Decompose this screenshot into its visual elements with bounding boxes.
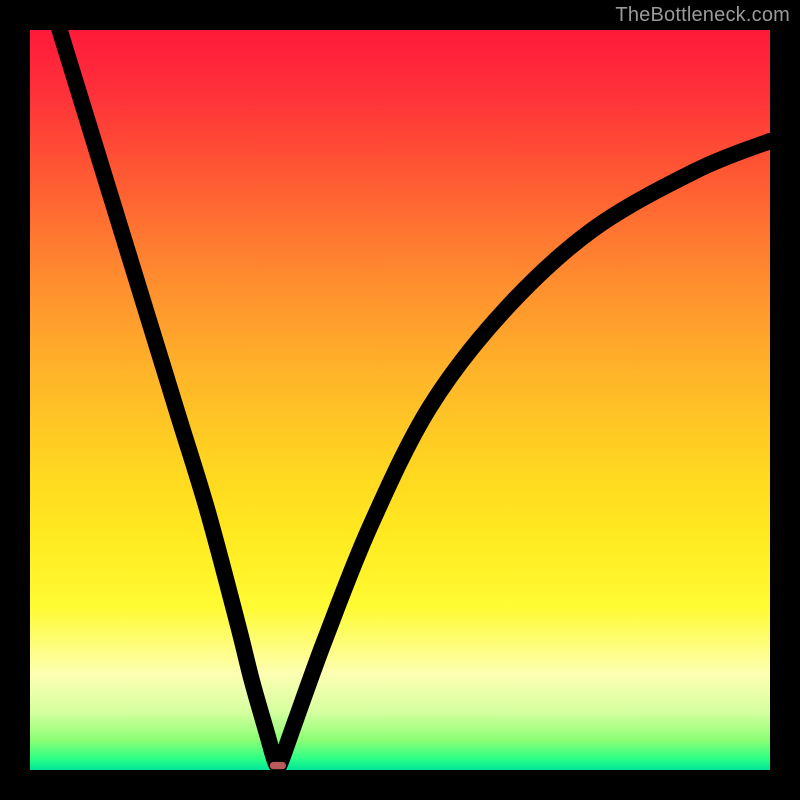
minimum-marker [270,762,286,769]
plot-area [30,30,770,770]
watermark-text: TheBottleneck.com [615,4,790,27]
chart-svg [30,30,770,770]
chart-frame: TheBottleneck.com [0,0,800,800]
bottleneck-curve [60,30,770,766]
